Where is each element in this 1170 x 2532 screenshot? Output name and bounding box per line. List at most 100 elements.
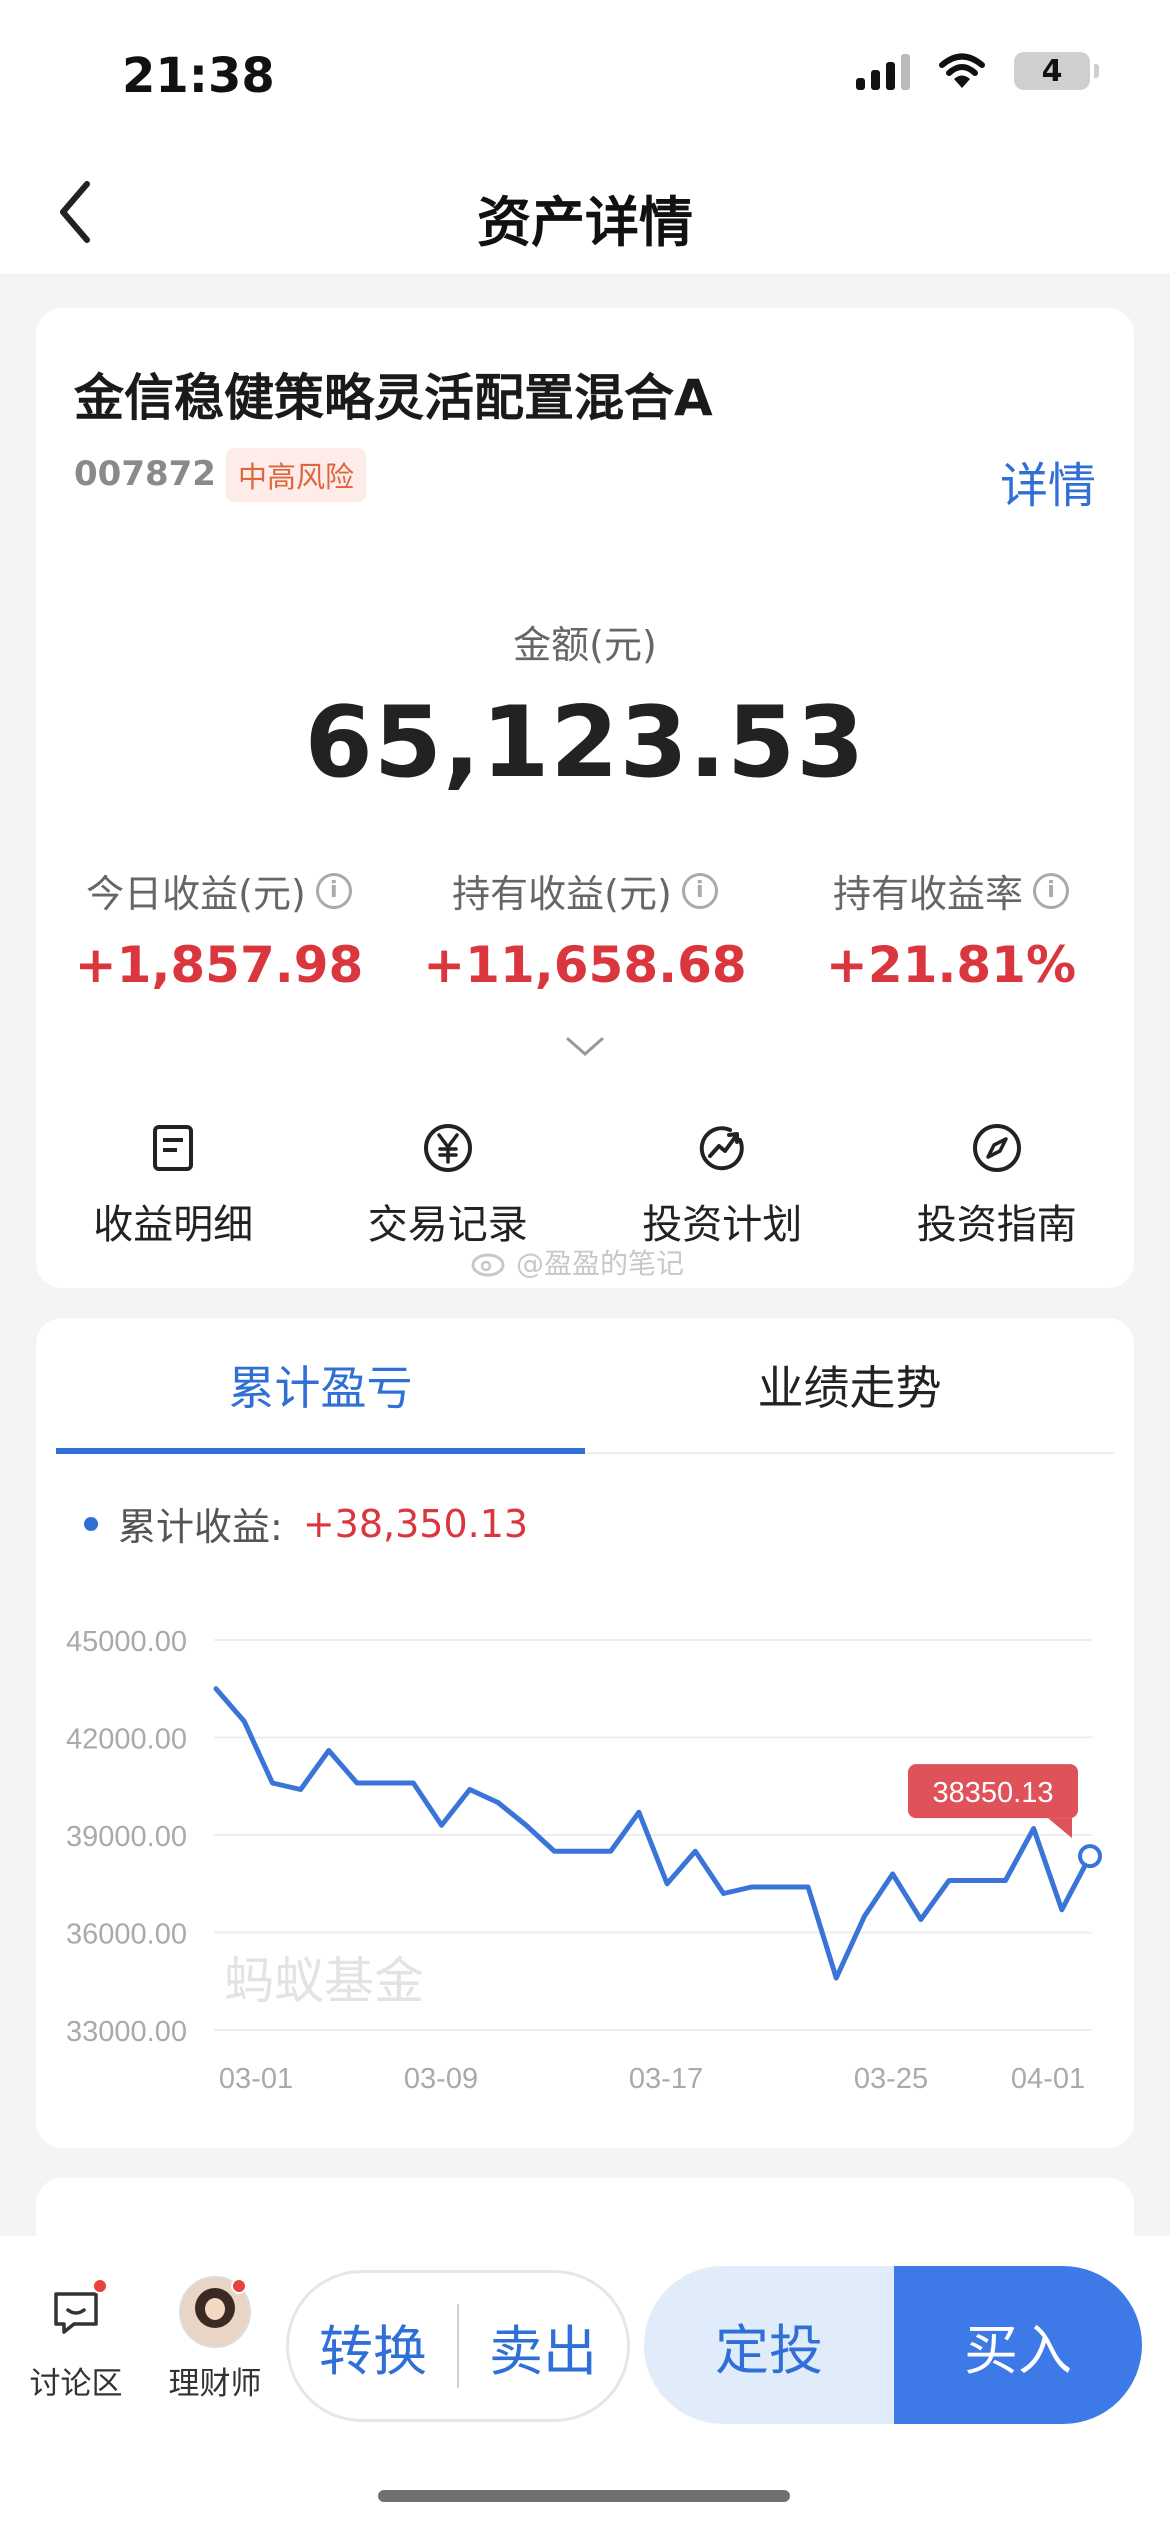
data-point [835, 1977, 837, 1979]
chart-watermark: 蚂蚁基金 [224, 1952, 424, 2010]
fund-detail-link[interactable]: 详情 [1000, 446, 1096, 516]
data-point [1033, 1828, 1035, 1829]
notification-dot [92, 2278, 108, 2294]
home-indicator[interactable] [378, 2490, 790, 2502]
y-tick-label: 39000.00 [66, 1821, 187, 1853]
data-point [1061, 1909, 1063, 1911]
profit-line-chart[interactable]: 45000.00 42000.00 39000.00 36000.00 33000.00… [36, 1318, 1134, 2148]
stat-today-profit: 今日收益(元) i +1,857.98 [36, 863, 402, 994]
advisor-button[interactable]: 理财师 [155, 2276, 275, 2403]
status-icons: 4 [856, 52, 1099, 90]
convert-button[interactable]: 转换 [289, 2307, 457, 2386]
x-tick-label: 03-25 [854, 2063, 928, 2095]
data-point [779, 1886, 781, 1888]
notification-dot [231, 2278, 247, 2294]
stat-holding-profit: 持有收益(元) i +11,658.68 [402, 863, 768, 994]
yen-icon [423, 1124, 472, 1172]
value-tooltip-text: 38350.13 [933, 1777, 1054, 1809]
tool-label: 讨论区 [29, 2366, 123, 2402]
page-title: 资产详情 [477, 191, 693, 254]
sell-button[interactable]: 卖出 [459, 2307, 627, 2386]
stats-row: 今日收益(元) i +1,857.98 持有收益(元) i +11,658.68 持… [36, 863, 1134, 994]
watermark: @盈盈的笔记 [470, 1242, 684, 1282]
last-point-marker [1078, 1844, 1102, 1869]
signal-icon [856, 52, 910, 90]
stat-label: 今日收益(元) [86, 872, 306, 916]
y-tick-label: 36000.00 [66, 1919, 187, 1951]
nav-bar: 资产详情 [0, 150, 1170, 275]
fund-code: 007872 [74, 454, 216, 494]
data-point [243, 1720, 245, 1722]
stat-value: +21.81% [825, 936, 1077, 994]
quick-actions: 收益明细 交易记录 投资计划 投资指南 [36, 1118, 1134, 1250]
auto-invest-button[interactable]: 定投 [644, 2266, 894, 2424]
info-icon[interactable]: i [315, 872, 352, 909]
data-point [610, 1850, 612, 1852]
chevron-down-icon[interactable] [565, 1036, 605, 1058]
stat-value: +1,857.98 [74, 936, 364, 994]
data-point [807, 1886, 809, 1888]
data-point [441, 1824, 443, 1826]
y-tick-label: 45000.00 [66, 1626, 187, 1658]
status-bar: 21:38 4 [0, 0, 1170, 150]
data-point [553, 1850, 555, 1852]
buy-button[interactable]: 买入 [894, 2266, 1142, 2424]
info-icon[interactable]: i [681, 872, 718, 909]
amount-label: 金额(元) [513, 623, 657, 667]
battery-icon: 4 [1014, 52, 1099, 90]
data-point [582, 1850, 584, 1852]
action-trade-records[interactable]: 交易记录 [311, 1118, 586, 1250]
data-point [328, 1750, 330, 1751]
info-icon[interactable]: i [1033, 872, 1069, 909]
data-point [948, 1880, 950, 1881]
data-point [300, 1789, 302, 1790]
x-tick-label: 03-17 [629, 2063, 703, 2095]
series-line [213, 1686, 1093, 1981]
fund-summary-card: 金信稳健策略灵活配置混合A 007872 中高风险 详情 金额(元) 65,12… [36, 308, 1134, 1288]
data-point [863, 1915, 865, 1917]
chart-card: 累计盈亏 业绩走势 累计收益: +38,350.13 45000.00 42000… [36, 1318, 1134, 2148]
data-point [722, 1893, 724, 1894]
status-time: 21:38 [122, 48, 275, 104]
x-tick-label: 04-01 [1011, 2063, 1085, 2095]
data-point [976, 1880, 978, 1881]
convert-sell-group: 转换 卖出 [286, 2270, 630, 2422]
data-point [1004, 1880, 1006, 1881]
data-point [638, 1811, 640, 1813]
y-tick-label: 42000.00 [66, 1724, 187, 1756]
action-label: 投资指南 [916, 1202, 1077, 1248]
y-tick-label: 33000.00 [66, 2016, 187, 2048]
x-tick-label: 03-09 [404, 2063, 478, 2095]
discussion-button[interactable]: 讨论区 [16, 2276, 136, 2403]
stat-holding-rate: 持有收益率 i +21.81% [768, 863, 1134, 994]
action-label: 收益明细 [93, 1202, 254, 1248]
data-point [271, 1782, 273, 1784]
action-invest-guide[interactable]: 投资指南 [860, 1118, 1135, 1250]
data-point [666, 1883, 668, 1885]
stat-label: 持有收益(元) [452, 872, 672, 916]
action-profit-detail[interactable]: 收益明细 [36, 1118, 311, 1250]
stat-label: 持有收益率 [832, 872, 1023, 916]
data-point [356, 1782, 358, 1784]
data-point [497, 1802, 499, 1803]
weibo-icon [471, 1253, 505, 1277]
invest-buy-group: 定投 买入 [644, 2266, 1142, 2424]
trend-icon [700, 1126, 744, 1171]
data-point [525, 1824, 527, 1826]
data-point [412, 1782, 414, 1784]
data-point [215, 1688, 217, 1690]
amount-value: 65,123.53 [304, 686, 866, 800]
compass-icon [972, 1124, 1021, 1172]
data-point [384, 1782, 386, 1784]
data-point [892, 1873, 894, 1875]
risk-badge: 中高风险 [226, 448, 367, 502]
data-point [694, 1850, 696, 1852]
fund-name: 金信稳健策略灵活配置混合A [74, 369, 713, 427]
stat-value: +11,658.68 [423, 936, 747, 994]
data-point [920, 1919, 922, 1920]
action-invest-plan[interactable]: 投资计划 [585, 1118, 860, 1250]
watermark-text: @盈盈的笔记 [516, 1247, 685, 1280]
document-icon [153, 1125, 194, 1171]
tool-label: 理财师 [168, 2366, 262, 2402]
data-point [469, 1789, 471, 1790]
